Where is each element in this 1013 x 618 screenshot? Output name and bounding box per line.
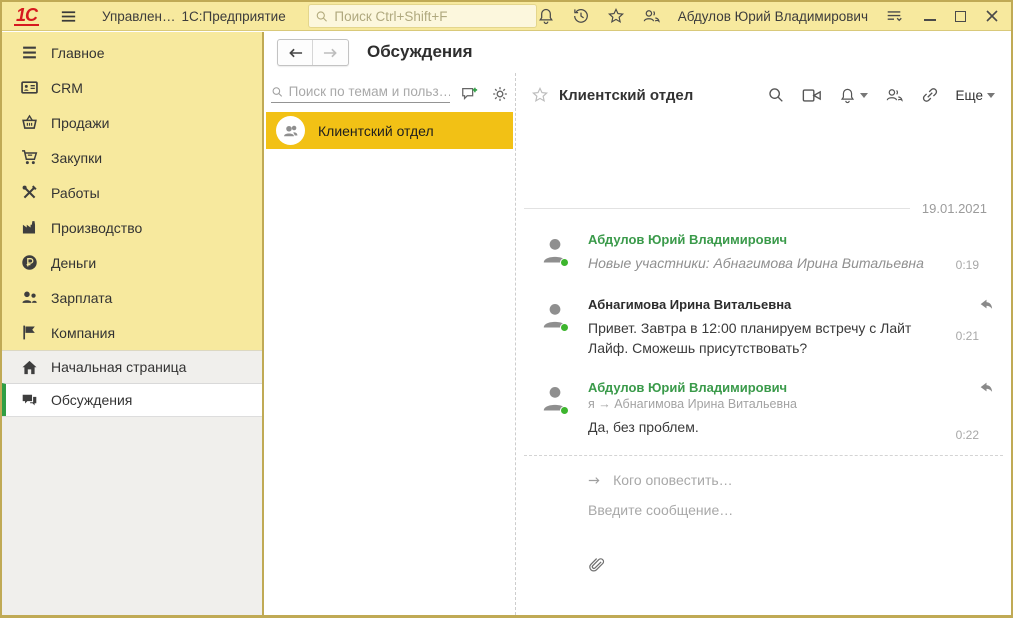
discussions-list-panel: Клиентский отдел xyxy=(264,73,515,615)
message-recipient: я → Абнагимова Ирина Витальевна xyxy=(588,397,939,411)
nav-back-button[interactable] xyxy=(278,40,313,65)
window-title: Управлен… 1С:Предприятие xyxy=(102,9,292,24)
message-input[interactable] xyxy=(588,502,981,518)
video-call-icon[interactable] xyxy=(802,87,822,104)
maximize-button[interactable] xyxy=(955,11,966,22)
date-separator: 19.01.2021 xyxy=(524,201,987,216)
chat-message: Абдулов Юрий Владимирович я → Абнагимова… xyxy=(516,380,1011,437)
flag-icon xyxy=(21,324,38,341)
functions-menu-icon[interactable] xyxy=(885,7,903,25)
tools-icon xyxy=(21,184,38,201)
new-discussion-icon[interactable] xyxy=(460,85,479,103)
basket-icon xyxy=(21,114,38,131)
reply-icon[interactable] xyxy=(978,380,995,395)
chat-message: Абдулов Юрий Владимирович Новые участник… xyxy=(516,232,1011,273)
top-bar: 1С Управлен…1С:Предприятие Абдулов Юрий xyxy=(2,2,1011,31)
global-search-input[interactable] xyxy=(334,9,529,24)
sidebar-item-home-page[interactable]: Начальная страница xyxy=(2,350,262,383)
search-icon xyxy=(315,9,329,24)
sidebar-empty-area xyxy=(2,416,262,615)
search-icon xyxy=(271,85,284,99)
message-time: 0:22 xyxy=(956,428,979,442)
favorites-star-icon[interactable] xyxy=(607,7,625,25)
chat-message: Абнагимова Ирина Витальевна Привет. Завт… xyxy=(516,297,1011,358)
discussions-users-icon[interactable] xyxy=(642,7,661,25)
sidebar-item-purchases[interactable]: Закупки xyxy=(2,140,262,175)
discussion-list-item[interactable]: Клиентский отдел xyxy=(266,112,513,149)
page-title: Обсуждения xyxy=(367,42,473,62)
more-button[interactable]: Еще xyxy=(956,88,995,103)
sidebar-item-company[interactable]: Компания xyxy=(2,315,262,350)
app-window: 1С Управлен…1С:Предприятие Абдулов Юрий xyxy=(0,0,1013,618)
chat-search-icon[interactable] xyxy=(767,86,785,104)
global-search[interactable] xyxy=(308,4,537,28)
minimize-button[interactable] xyxy=(924,11,936,21)
sidebar-item-money[interactable]: Деньги xyxy=(2,245,262,280)
date-label: 19.01.2021 xyxy=(922,201,987,216)
contact-card-icon xyxy=(21,79,38,96)
message-author[interactable]: Абдулов Юрий Владимирович xyxy=(588,232,939,247)
ruble-coin-icon xyxy=(21,254,38,271)
home-icon xyxy=(21,359,38,376)
message-text: Новые участники: Абнагимова Ирина Виталь… xyxy=(588,253,939,273)
participants-icon[interactable] xyxy=(885,86,904,104)
notify-input[interactable] xyxy=(613,472,981,488)
discussion-name: Клиентский отдел xyxy=(318,123,434,139)
menu-lines-icon xyxy=(21,44,38,61)
chevron-down-icon xyxy=(860,93,868,98)
chevron-down-icon xyxy=(987,93,995,98)
group-avatar xyxy=(276,116,305,145)
chat-title: Клиентский отдел xyxy=(559,87,693,104)
chat-panel: Клиентский отдел xyxy=(515,73,1011,615)
nav-forward-button[interactable] xyxy=(313,40,348,65)
sidebar-item-production[interactable]: Производство xyxy=(2,210,262,245)
chat-notifications-bell-icon[interactable] xyxy=(839,87,868,104)
cart-icon xyxy=(21,149,38,166)
main-menu-icon[interactable] xyxy=(59,7,78,26)
favorite-star-icon[interactable] xyxy=(531,86,549,104)
sidebar-item-crm[interactable]: CRM xyxy=(2,70,262,105)
sidebar-item-main[interactable]: Главное xyxy=(2,35,262,70)
reply-icon[interactable] xyxy=(978,297,995,312)
notifications-bell-icon[interactable] xyxy=(537,7,555,25)
message-time: 0:19 xyxy=(956,258,979,272)
discussions-search[interactable] xyxy=(271,84,450,103)
sidebar-item-discussions[interactable]: Обсуждения xyxy=(2,383,262,416)
message-field[interactable] xyxy=(588,502,981,520)
discussions-search-input[interactable] xyxy=(289,84,450,99)
message-text: Привет. Завтра в 12:00 планируем встречу… xyxy=(588,318,939,358)
online-status-dot xyxy=(560,406,569,415)
message-text: Да, без проблем. xyxy=(588,417,939,437)
sidebar: Главное CRM Продажи Закупки Работы Произ… xyxy=(2,32,264,615)
close-button[interactable] xyxy=(985,9,999,23)
compose-separator xyxy=(524,455,1003,456)
settings-gear-icon[interactable] xyxy=(491,85,509,103)
attach-paperclip-icon[interactable] xyxy=(588,556,608,575)
app-name: 1С:Предприятие xyxy=(182,9,286,24)
content-header: Обсуждения xyxy=(264,32,1011,73)
sidebar-item-sales[interactable]: Продажи xyxy=(2,105,262,140)
message-time: 0:21 xyxy=(956,329,979,343)
sidebar-item-works[interactable]: Работы xyxy=(2,175,262,210)
current-user[interactable]: Абдулов Юрий Владимирович xyxy=(678,9,868,24)
online-status-dot xyxy=(560,323,569,332)
online-status-dot xyxy=(560,258,569,267)
config-name: Управлен… xyxy=(102,9,176,24)
1c-logo: 1С xyxy=(14,7,39,26)
sidebar-item-salary[interactable]: Зарплата xyxy=(2,280,262,315)
arrow-right-icon xyxy=(588,475,601,486)
factory-icon xyxy=(21,219,38,236)
notify-field[interactable] xyxy=(588,472,981,488)
chat-bubbles-icon xyxy=(21,392,38,409)
chat-header: Клиентский отдел xyxy=(516,77,1011,113)
people-icon xyxy=(21,289,38,306)
history-icon[interactable] xyxy=(572,7,590,25)
message-author[interactable]: Абдулов Юрий Владимирович xyxy=(588,380,939,395)
content-area: Обсуждения xyxy=(264,32,1011,615)
message-author[interactable]: Абнагимова Ирина Витальевна xyxy=(588,297,939,312)
copy-link-icon[interactable] xyxy=(921,86,939,104)
